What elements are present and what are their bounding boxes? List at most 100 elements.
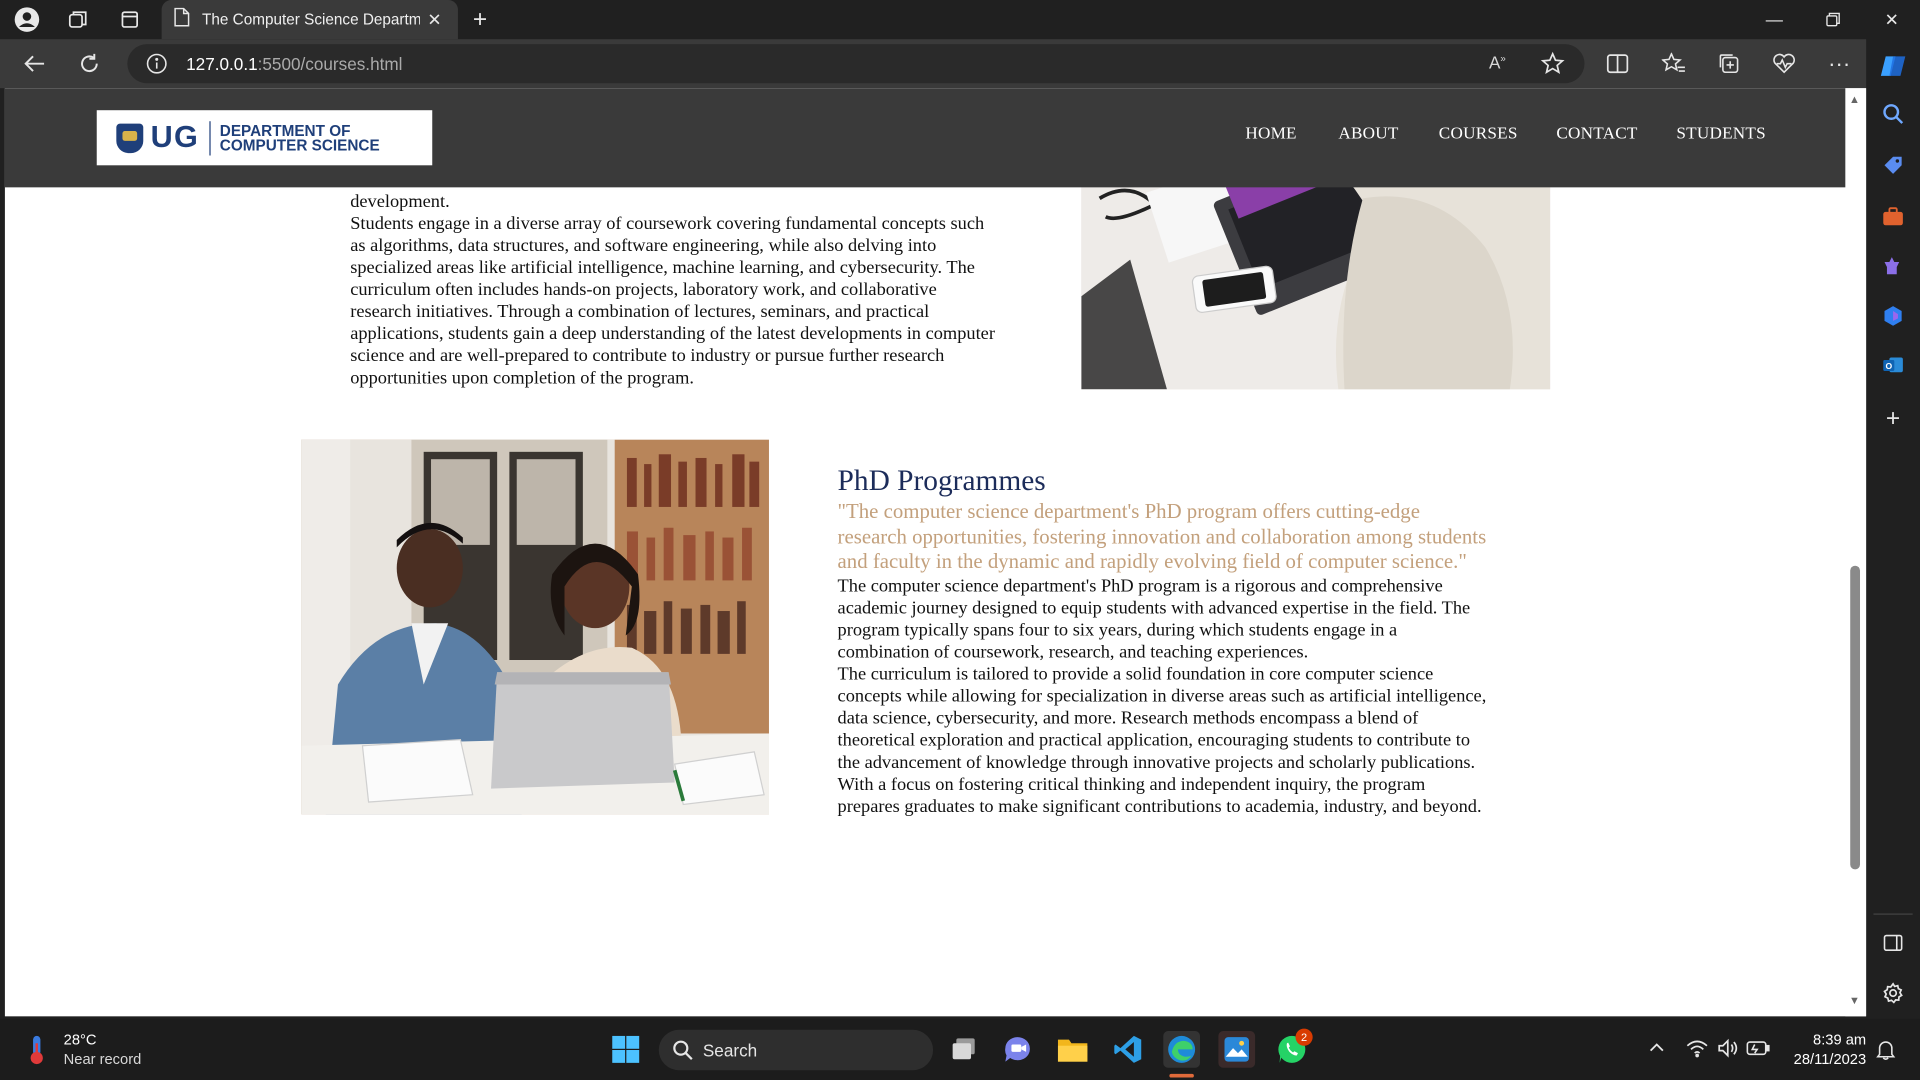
- text-line: development.: [350, 192, 450, 212]
- settings-gear-icon[interactable]: [1878, 978, 1907, 1007]
- text-line: the advancement of knowledge through inn…: [837, 753, 1476, 773]
- text-line: academic journey designed to equip stude…: [837, 598, 1471, 619]
- nav-contact[interactable]: CONTACT: [1556, 125, 1637, 145]
- scrollbar-thumb[interactable]: [1850, 565, 1861, 870]
- active-tab[interactable]: The Computer Science Departme ✕: [161, 0, 458, 40]
- read-aloud-icon[interactable]: A»: [1489, 53, 1506, 73]
- weather-temperature[interactable]: 28°C: [64, 1031, 97, 1048]
- shopping-tag-icon[interactable]: [1878, 151, 1907, 180]
- outlook-icon[interactable]: O: [1878, 350, 1907, 379]
- text-line: With a focus on fostering critical think…: [837, 775, 1426, 795]
- quote-line: research opportunities, fostering innova…: [837, 524, 1487, 548]
- nav-home[interactable]: HOME: [1245, 125, 1296, 145]
- page-viewport: UG DEPARTMENT OF COMPUTER SCIENCE HOME A…: [4, 88, 1867, 1017]
- nav-students[interactable]: STUDENTS: [1676, 125, 1766, 145]
- text-line: combination of coursework, research, and…: [837, 642, 1309, 663]
- teams-chat-icon[interactable]: [999, 1031, 1036, 1068]
- workspaces-icon[interactable]: [64, 5, 93, 34]
- collections-icon[interactable]: [1714, 49, 1743, 78]
- university-crest-icon: [116, 123, 144, 153]
- minimize-icon[interactable]: —: [1756, 5, 1793, 34]
- logo-text: DEPARTMENT OF COMPUTER SCIENCE: [219, 121, 380, 153]
- search-icon: [672, 1040, 693, 1067]
- back-icon[interactable]: [20, 49, 49, 78]
- microsoft-365-icon[interactable]: [1878, 301, 1907, 330]
- page-icon: [174, 7, 190, 33]
- text-line: opportunities upon completion of the pro…: [350, 368, 695, 389]
- thermometer-icon[interactable]: [24, 1033, 51, 1071]
- text-line: prepares graduates to make significant c…: [837, 797, 1482, 817]
- tab-title: The Computer Science Departme: [202, 11, 421, 29]
- photos-app-icon[interactable]: [1218, 1031, 1256, 1068]
- url-host: 127.0.0.1: [186, 53, 258, 74]
- notifications-bell-icon[interactable]: [1876, 1040, 1896, 1067]
- favorite-star-icon[interactable]: [1540, 51, 1565, 82]
- text-line: curriculum often includes hands-on proje…: [350, 280, 937, 301]
- tools-icon[interactable]: [1878, 202, 1907, 231]
- split-screen-icon[interactable]: [1603, 49, 1632, 78]
- edge-browser-icon[interactable]: [1163, 1031, 1201, 1068]
- taskbar-search[interactable]: Search: [658, 1029, 934, 1071]
- whatsapp-notification-badge: 2: [1295, 1028, 1313, 1046]
- masters-description: development. Students engage in a divers…: [350, 191, 1036, 389]
- clock-date[interactable]: 28/11/2023: [1783, 1051, 1866, 1068]
- quote-line: "The computer science department's PhD p…: [837, 499, 1420, 523]
- close-tab-icon[interactable]: ✕: [427, 9, 441, 30]
- url-path: :5500/courses.html: [257, 53, 403, 74]
- text-line: science and are well-prepared to contrib…: [350, 346, 945, 367]
- nav-courses[interactable]: COURSES: [1439, 125, 1518, 145]
- scrollbar-track[interactable]: [1845, 88, 1867, 1017]
- phd-quote: "The computer science department's PhD p…: [838, 500, 1524, 575]
- favorites-icon[interactable]: [1659, 49, 1688, 78]
- text-line: theoretical exploration and practical ap…: [837, 731, 1471, 751]
- text-line: data science, cybersecurity, and more. R…: [837, 708, 1419, 729]
- refresh-icon[interactable]: [75, 49, 104, 78]
- text-line: The curriculum is tailored to provide a …: [837, 664, 1434, 685]
- browser-essentials-icon[interactable]: [1769, 49, 1798, 78]
- clock-time[interactable]: 8:39 am: [1802, 1031, 1866, 1048]
- department-logo[interactable]: UG DEPARTMENT OF COMPUTER SCIENCE: [96, 110, 433, 166]
- weather-description[interactable]: Near record: [64, 1051, 142, 1068]
- nav-about[interactable]: ABOUT: [1338, 125, 1398, 145]
- scroll-up-arrow-icon[interactable]: ▲: [1849, 93, 1860, 105]
- file-explorer-icon[interactable]: [1054, 1031, 1091, 1068]
- show-hidden-icons-chevron-icon[interactable]: [1648, 1040, 1665, 1057]
- students-laptop-photo: [301, 439, 769, 815]
- profile-icon[interactable]: [12, 5, 41, 34]
- browser-toolbar: 127.0.0.1:5500/courses.html A» ···: [0, 39, 1867, 89]
- games-icon[interactable]: [1878, 251, 1907, 280]
- copilot-icon[interactable]: [1878, 51, 1907, 80]
- scroll-down-arrow-icon[interactable]: ▼: [1849, 994, 1860, 1006]
- url-text: 127.0.0.1:5500/courses.html: [186, 54, 402, 74]
- restore-icon[interactable]: [1815, 5, 1852, 34]
- text-line: concepts while allowing for specializati…: [837, 686, 1487, 707]
- battery-icon[interactable]: [1746, 1040, 1770, 1063]
- task-view-icon[interactable]: [945, 1031, 982, 1068]
- address-bar[interactable]: 127.0.0.1:5500/courses.html A»: [127, 44, 1585, 84]
- text-line: applications, students gain a deep under…: [350, 324, 995, 345]
- text-line: Students engage in a diverse array of co…: [350, 214, 985, 234]
- volume-icon[interactable]: [1717, 1038, 1739, 1064]
- site-navbar: UG DEPARTMENT OF COMPUTER SCIENCE HOME A…: [4, 88, 1846, 188]
- tab-actions-icon[interactable]: [115, 5, 144, 34]
- sidebar-divider: [1873, 913, 1913, 915]
- logo-divider: [208, 120, 211, 155]
- svg-text:O: O: [1885, 361, 1892, 371]
- more-options-icon[interactable]: ···: [1825, 49, 1854, 78]
- add-sidebar-app-icon[interactable]: +: [1878, 404, 1907, 433]
- text-line: specialized areas like artificial intell…: [350, 258, 975, 278]
- search-label: Search: [702, 1040, 758, 1061]
- text-line: The computer science department's PhD pr…: [837, 576, 1443, 597]
- new-tab-icon[interactable]: +: [465, 5, 494, 34]
- logo-line-1: DEPARTMENT OF: [219, 121, 351, 139]
- wifi-icon[interactable]: [1686, 1038, 1708, 1064]
- windows-start-icon[interactable]: [607, 1031, 644, 1068]
- text-line: as algorithms, data structures, and soft…: [350, 236, 937, 256]
- search-icon[interactable]: [1878, 99, 1907, 128]
- close-window-icon[interactable]: ✕: [1873, 5, 1910, 34]
- site-info-icon[interactable]: [146, 53, 168, 81]
- hide-sidebar-icon[interactable]: [1878, 928, 1907, 957]
- quote-line: and faculty in the dynamic and rapidly e…: [837, 549, 1467, 574]
- browser-title-bar: The Computer Science Departme ✕ + — ✕: [0, 0, 1920, 40]
- vscode-icon[interactable]: [1109, 1031, 1146, 1068]
